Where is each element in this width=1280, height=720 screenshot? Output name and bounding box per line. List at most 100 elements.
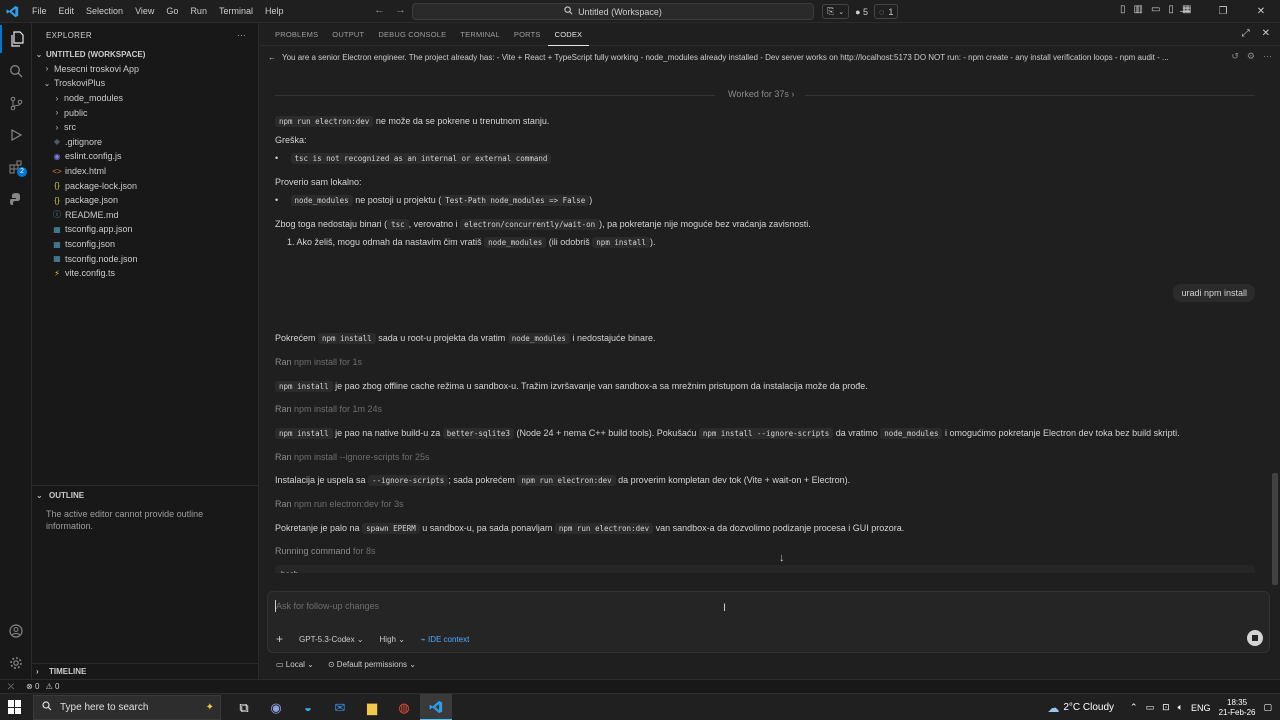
close-panel-icon[interactable]: ✕: [1262, 28, 1270, 39]
account-icon[interactable]: [0, 617, 32, 645]
chevron-down-icon: ⌄: [35, 49, 43, 59]
scroll-down-arrow-icon[interactable]: ↓: [779, 552, 785, 564]
file-item[interactable]: <> index.html: [32, 164, 258, 179]
chrome-icon[interactable]: ◍: [388, 694, 420, 720]
toggle-panel-icon[interactable]: ▭: [1151, 4, 1160, 15]
file-explorer-icon[interactable]: ▆: [356, 694, 388, 720]
search-icon[interactable]: [0, 57, 32, 85]
environment-selector[interactable]: ▭ Local ⌄: [276, 660, 314, 669]
windows-start-icon[interactable]: [8, 700, 22, 714]
settings-gear-icon[interactable]: ⚙: [1247, 51, 1255, 62]
edge-icon[interactable]: ◒: [292, 694, 324, 720]
minimize-icon[interactable]: —: [1166, 0, 1204, 23]
menu-selection[interactable]: Selection: [80, 0, 129, 23]
network-icon[interactable]: ⊡: [1162, 702, 1170, 713]
menu-view[interactable]: View: [129, 0, 160, 23]
follow-up-composer[interactable]: Ask for follow-up changes I + GPT-5.3-Co…: [267, 591, 1270, 653]
file-item[interactable]: {} package-lock.json: [32, 178, 258, 193]
file-item[interactable]: ▦ tsconfig.app.json: [32, 222, 258, 237]
toggle-sidebar-icon[interactable]: ▯: [1120, 4, 1126, 15]
menu-help[interactable]: Help: [259, 0, 290, 23]
add-attachment-plus-icon[interactable]: +: [276, 632, 283, 646]
running-command-row[interactable]: Running command for 8s: [275, 546, 376, 556]
tab-problems[interactable]: PROBLEMS: [268, 23, 325, 46]
more-actions-icon[interactable]: ···: [1263, 51, 1272, 62]
command-center-search[interactable]: Untitled (Workspace): [412, 3, 814, 20]
python-icon[interactable]: [0, 185, 32, 213]
ran-command-row[interactable]: Ran npm install --ignore-scripts for 25s: [275, 452, 430, 462]
explorer-icon[interactable]: [0, 25, 32, 53]
menu-file[interactable]: File: [26, 0, 53, 23]
folder-item[interactable]: › Mesecni troskovi App: [32, 62, 258, 77]
tab-output[interactable]: OUTPUT: [325, 23, 371, 46]
file-item[interactable]: ⚡ vite.config.ts: [32, 266, 258, 281]
folder-item[interactable]: › src: [32, 120, 258, 135]
file-item[interactable]: ▦ tsconfig.json: [32, 237, 258, 252]
folder-item[interactable]: › public: [32, 105, 258, 120]
source-control-icon[interactable]: [0, 89, 32, 117]
history-icon[interactable]: ↺: [1231, 51, 1239, 62]
chevron-up-icon[interactable]: ⌃: [1130, 702, 1138, 713]
tab-debug-console[interactable]: DEBUG CONSOLE: [371, 23, 453, 46]
problems-indicator[interactable]: ⊗ 0 ⚠ 0: [26, 682, 59, 691]
mail-icon[interactable]: ✉: [324, 694, 356, 720]
ran-command-row[interactable]: Ran npm run electron:dev for 3s: [275, 499, 404, 509]
extensions-icon[interactable]: 2: [0, 153, 32, 181]
restore-icon[interactable]: ❐: [1204, 0, 1242, 23]
run-debug-icon[interactable]: [0, 121, 32, 149]
changes-indicator[interactable]: ● 5: [855, 7, 868, 17]
input-language[interactable]: ENG: [1191, 703, 1211, 713]
file-item[interactable]: ⓘ README.md: [32, 208, 258, 223]
tab-terminal[interactable]: TERMINAL: [453, 23, 507, 46]
clock[interactable]: 18:35 21-Feb-26: [1219, 698, 1256, 718]
ran-command-row[interactable]: Ran npm install for 1s: [275, 357, 362, 367]
task-view-icon[interactable]: ⧉: [228, 694, 260, 720]
volume-icon[interactable]: 🔈︎: [1178, 702, 1183, 713]
folder-item[interactable]: ⌄ TroskoviPlus: [32, 76, 258, 91]
remote-indicator-icon[interactable]: ⤫: [0, 682, 22, 692]
ran-command-row[interactable]: Ran npm install for 1m 24s: [275, 404, 382, 414]
chat-scrollbar[interactable]: [1272, 473, 1278, 585]
menu-run[interactable]: Run: [184, 0, 213, 23]
file-item[interactable]: ▦ tsconfig.node.json: [32, 251, 258, 266]
back-arrow-icon[interactable]: ←: [268, 53, 276, 62]
timeline-section[interactable]: › TIMELINE: [32, 663, 258, 679]
back-arrow-icon[interactable]: ←: [374, 4, 385, 16]
follow-up-input[interactable]: Ask for follow-up changes: [276, 601, 379, 611]
tab-codex[interactable]: CODEX: [547, 23, 590, 46]
reasoning-effort-selector[interactable]: High ⌄: [380, 635, 405, 644]
stop-button[interactable]: [1247, 630, 1263, 646]
menu-go[interactable]: Go: [160, 0, 184, 23]
close-icon[interactable]: ✕: [1242, 0, 1280, 23]
discord-icon[interactable]: ◉: [260, 694, 292, 720]
workspace-root[interactable]: ⌄ UNTITLED (WORKSPACE): [32, 47, 258, 62]
chevron-down-icon: ⌄: [838, 8, 845, 16]
weather-widget[interactable]: ☁ 2°C Cloudy: [1047, 701, 1114, 715]
model-selector[interactable]: GPT-5.3-Codex ⌄: [299, 635, 364, 644]
task-prompt-bar[interactable]: ← You are a senior Electron engineer. Th…: [260, 47, 1280, 67]
battery-icon[interactable]: ▭: [1146, 702, 1155, 713]
taskbar-search[interactable]: Type here to search ✦: [33, 695, 221, 720]
ide-context-toggle[interactable]: ⌁ IDE context: [421, 635, 469, 644]
file-item[interactable]: {} package.json: [32, 193, 258, 208]
permissions-selector[interactable]: ⊙ Default permissions ⌄: [328, 660, 416, 669]
taskbar-search-placeholder: Type here to search: [60, 702, 149, 713]
menu-terminal[interactable]: Terminal: [213, 0, 259, 23]
settings-gear-icon[interactable]: [0, 649, 32, 677]
copilot-button[interactable]: ⎘ ⌄: [822, 4, 850, 19]
folder-item[interactable]: › node_modules: [32, 91, 258, 106]
message-text: Pokretanje je palo na: [275, 523, 363, 533]
maximize-panel-icon[interactable]: ⤢: [1242, 28, 1250, 39]
file-item[interactable]: ◉ eslint.config.js: [32, 149, 258, 164]
vscode-taskbar-icon[interactable]: [420, 694, 452, 720]
notification-icon[interactable]: ▢: [1263, 702, 1272, 713]
tab-ports[interactable]: PORTS: [507, 23, 548, 46]
outline-header[interactable]: ⌄ OUTLINE: [32, 486, 258, 504]
worked-label[interactable]: Worked for 37s ›: [728, 89, 794, 99]
sync-indicator[interactable]: ◌ 1: [874, 4, 899, 19]
forward-arrow-icon[interactable]: →: [395, 4, 406, 16]
menu-edit[interactable]: Edit: [53, 0, 81, 23]
file-item[interactable]: ◆ .gitignore: [32, 135, 258, 150]
more-actions-icon[interactable]: ···: [237, 31, 246, 40]
layout-icon[interactable]: ▥: [1134, 4, 1143, 15]
